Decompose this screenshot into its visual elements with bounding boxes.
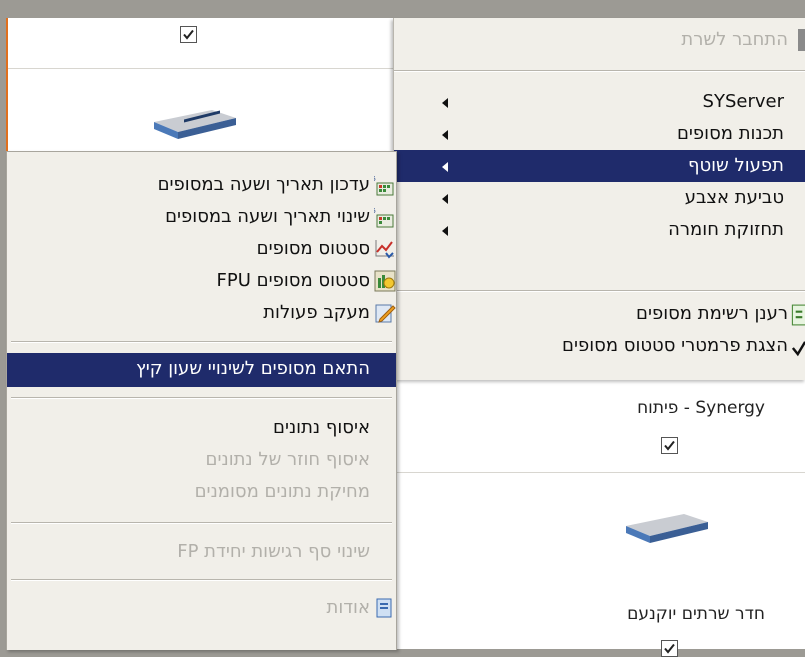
menu-item-refresh-terminals[interactable]: רענן רשימת מסופים bbox=[394, 298, 805, 330]
about-icon bbox=[376, 598, 392, 618]
operations-menu: התחבר לשרת SYServer תכנות מסופים תפעול ש… bbox=[393, 18, 805, 380]
terminal-select-checkbox[interactable] bbox=[180, 26, 197, 43]
menu-item-about[interactable]: אודות bbox=[7, 592, 396, 624]
menu-item-terminal-programming[interactable]: תכנות מסופים bbox=[394, 118, 805, 150]
calendar-icon: 08.05 bbox=[374, 207, 394, 228]
menu-item-update-datetime[interactable]: 08.05 עדכון תאריך ושעה במסופים bbox=[7, 169, 396, 201]
edit-icon bbox=[375, 304, 396, 323]
svg-text:08.05: 08.05 bbox=[374, 207, 376, 215]
menu-separator bbox=[11, 522, 392, 524]
refresh-icon bbox=[791, 304, 805, 326]
terminal-name: חדר שרתים יוקנעם bbox=[627, 604, 765, 624]
svg-text:08.05: 08.05 bbox=[374, 175, 376, 183]
menu-item-delete-marked-data[interactable]: מחיקת נתונים מסומנים bbox=[7, 476, 396, 508]
menu-item-fpu-status[interactable]: סטטוס מסופים FPU bbox=[7, 265, 396, 297]
grid-divider bbox=[395, 472, 805, 474]
menu-item-syserver[interactable]: SYServer bbox=[394, 86, 805, 118]
menu-item-adjust-dst[interactable]: התאם מסופים לשינויי שעון קיץ bbox=[7, 353, 396, 387]
menu-item-collect-data[interactable]: איסוף נתונים bbox=[7, 412, 396, 444]
terminal-name: Synergy - פיתוח bbox=[637, 398, 765, 418]
menu-item-connect-server[interactable]: התחבר לשרת bbox=[394, 24, 805, 56]
menu-separator bbox=[394, 290, 805, 292]
terminal-select-checkbox[interactable] bbox=[661, 437, 678, 454]
submenu-arrow-icon bbox=[442, 226, 448, 236]
menu-item-terminal-status[interactable]: סטטוס מסופים bbox=[7, 233, 396, 265]
grid-divider bbox=[8, 68, 393, 70]
menu-item-fp-sensitivity[interactable]: שינוי סף רגישות יחידת FP bbox=[7, 536, 396, 568]
menu-item-fingerprint[interactable]: טביעת אצבע bbox=[394, 182, 805, 214]
routine-operation-submenu: 08.05 עדכון תאריך ושעה במסופים 08.05 שינ… bbox=[6, 151, 397, 650]
menu-separator bbox=[11, 579, 392, 581]
menu-separator bbox=[11, 397, 392, 399]
menu-item-show-status-params[interactable]: הצגת פרמטרי סטטוס מסופים bbox=[394, 330, 805, 362]
terminal-device-icon bbox=[626, 514, 708, 543]
menu-item-hardware-maintenance[interactable]: תחזוקת חומרה bbox=[394, 214, 805, 246]
menu-item-routine-operation[interactable]: תפעול שוטף bbox=[394, 150, 805, 182]
submenu-arrow-icon bbox=[442, 130, 448, 140]
server-icon bbox=[798, 29, 805, 51]
menu-item-action-tracking[interactable]: מעקב פעולות bbox=[7, 297, 396, 329]
submenu-arrow-icon bbox=[442, 194, 448, 204]
submenu-arrow-icon bbox=[442, 98, 448, 108]
calendar-icon: 08.05 bbox=[374, 175, 394, 196]
status-chart-icon bbox=[375, 240, 394, 259]
terminal-device-icon bbox=[154, 110, 236, 139]
fpu-status-icon bbox=[374, 270, 396, 292]
submenu-arrow-icon bbox=[442, 162, 448, 172]
menu-separator bbox=[394, 70, 805, 72]
menu-item-change-datetime[interactable]: 08.05 שינוי תאריך ושעה במסופים bbox=[7, 201, 396, 233]
check-icon bbox=[791, 341, 805, 357]
menu-separator bbox=[11, 341, 392, 343]
menu-item-recollect-data[interactable]: איסוף חוזר של נתונים bbox=[7, 444, 396, 476]
